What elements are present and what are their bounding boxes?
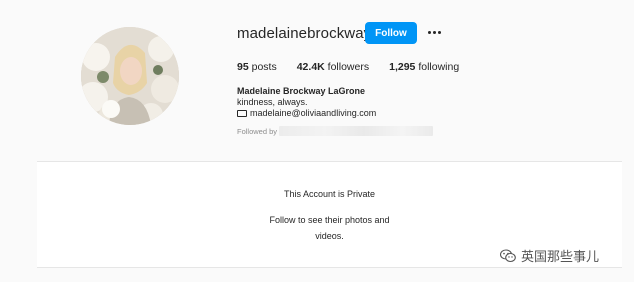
followers-label: followers: [327, 61, 370, 73]
private-title: This Account is Private: [283, 189, 376, 199]
more-dot: [427, 30, 431, 34]
profile-full-name: Madelaine Brockway LaGrone: [237, 86, 366, 96]
followers-stat[interactable]: 42.4K followers: [297, 61, 369, 73]
followed-by: Followed by: [237, 126, 434, 136]
followed-by-label: Followed by: [237, 126, 278, 136]
profile-bio: kindness, always.: [237, 97, 308, 107]
more-dot: [437, 30, 441, 34]
avatar-image: [81, 27, 179, 125]
profile-username: madelainebrockway: [237, 25, 372, 42]
posts-label: posts: [251, 61, 277, 73]
posts-stat: 95 posts: [237, 61, 277, 73]
profile-stats: 95 posts 42.4K followers 1,295 following: [237, 61, 479, 73]
watermark: 英国那些事儿: [500, 246, 599, 265]
following-label: following: [418, 61, 460, 73]
followed-by-names-redacted: [279, 126, 434, 136]
posts-count: 95: [237, 61, 249, 73]
more-dot: [432, 30, 436, 34]
wechat-icon: [500, 248, 516, 262]
following-stat[interactable]: 1,295 following: [389, 61, 459, 73]
follow-button[interactable]: Follow: [365, 22, 417, 44]
profile-avatar[interactable]: [81, 27, 179, 125]
private-subtitle: Follow to see their photos and videos.: [269, 215, 390, 241]
following-count: 1,295: [389, 61, 416, 73]
more-options-icon[interactable]: [425, 23, 443, 41]
followers-count: 42.4K: [296, 61, 325, 73]
mail-icon: [237, 109, 247, 117]
profile-header: madelainebrockway Follow 95 posts 42.4K …: [0, 0, 634, 160]
watermark-text: 英国那些事儿: [521, 250, 600, 265]
profile-email-row: madelaine@oliviaandliving.com: [237, 108, 376, 118]
profile-email[interactable]: madelaine@oliviaandliving.com: [250, 108, 376, 118]
